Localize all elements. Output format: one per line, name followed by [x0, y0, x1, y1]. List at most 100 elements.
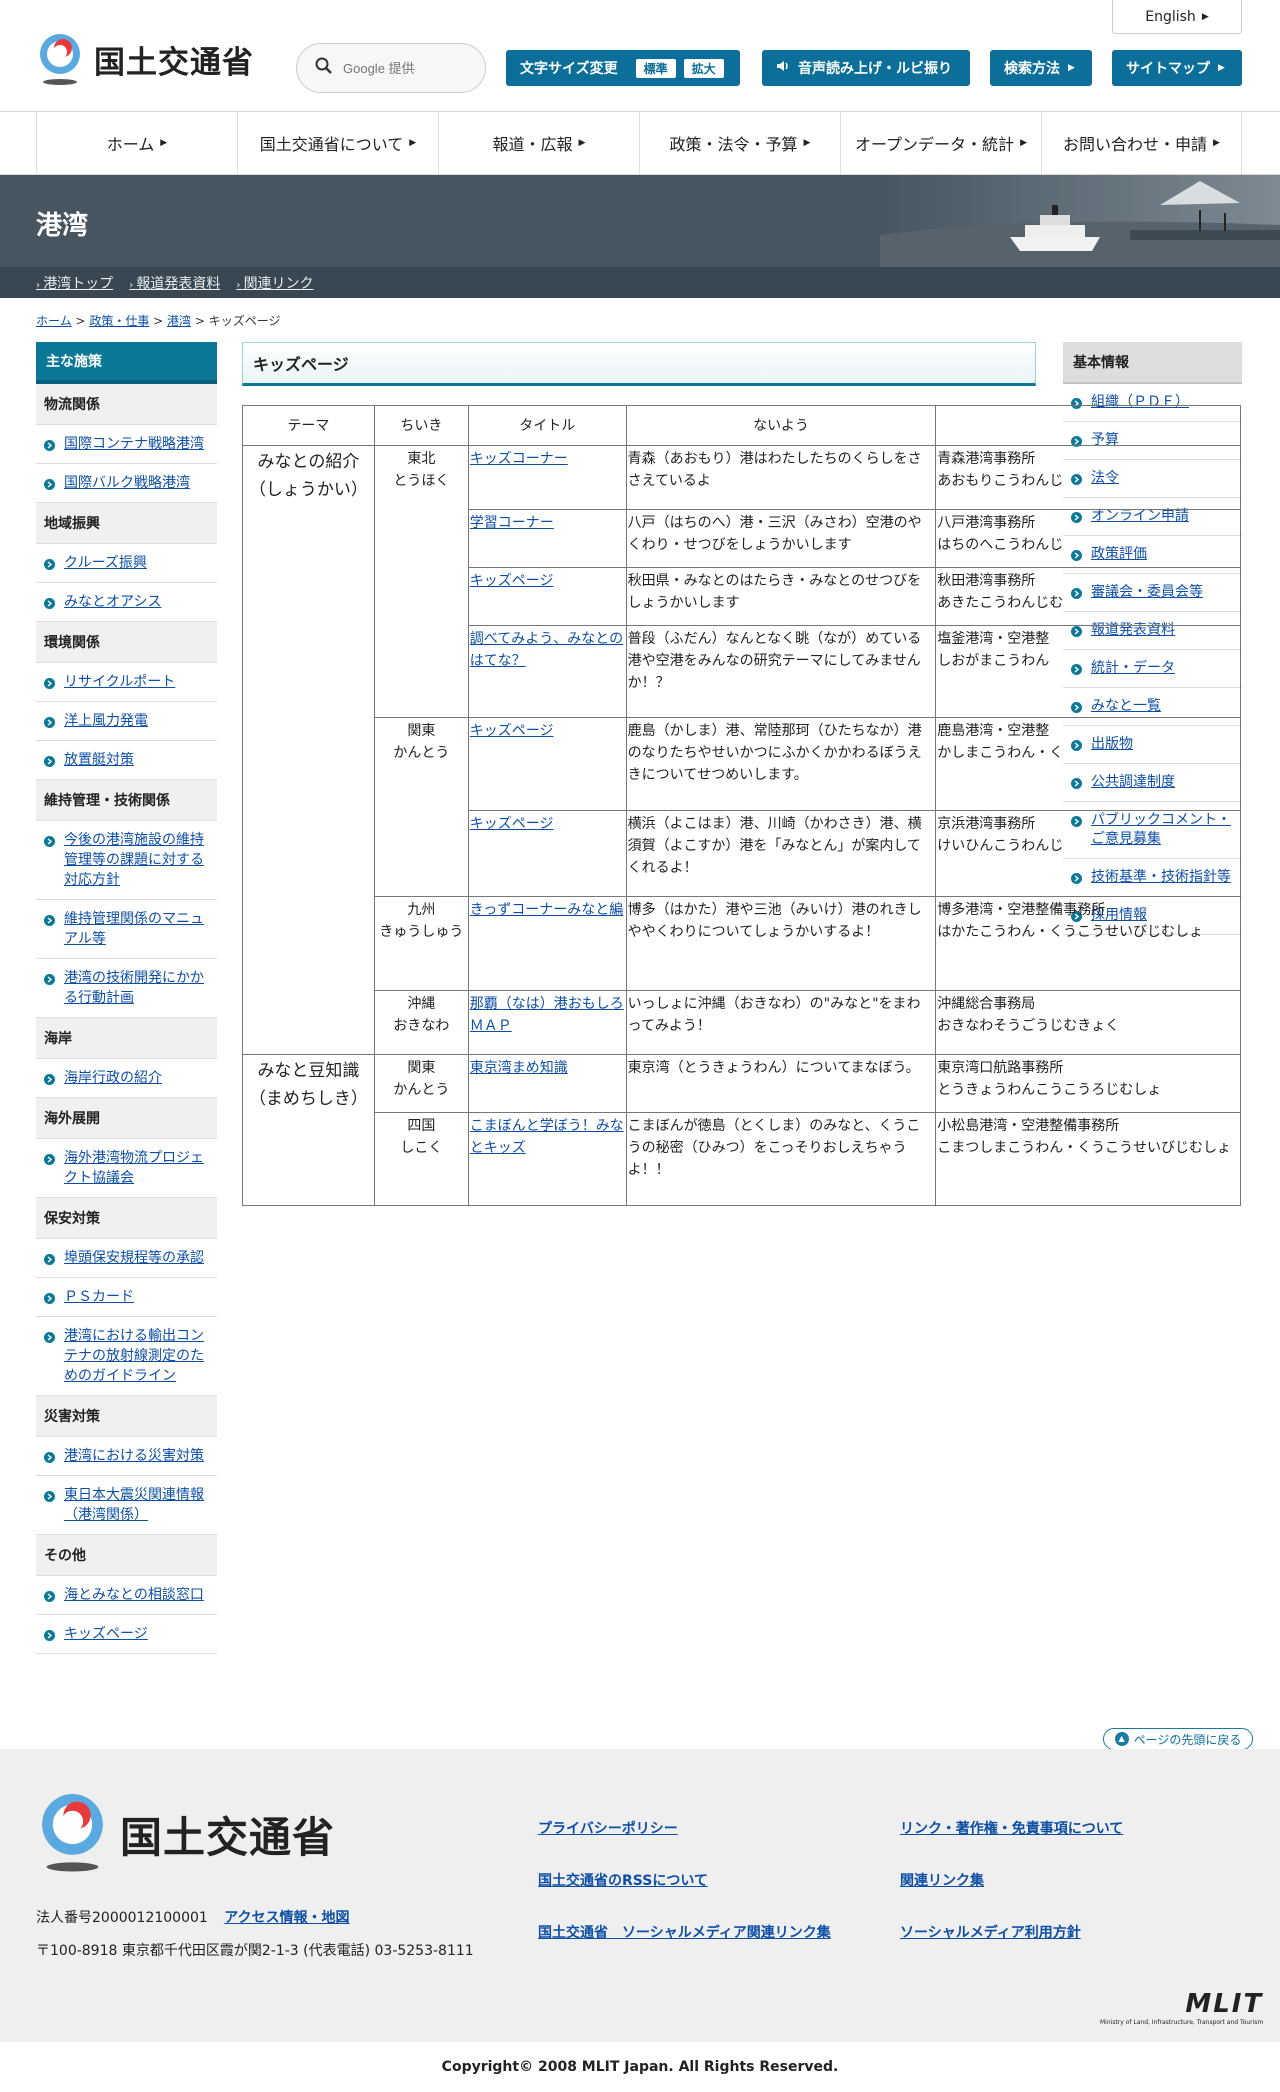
sidebar-link-text[interactable]: 海外港湾物流プロジェクト協議会 [64, 1150, 204, 1186]
circle-arrow-icon [44, 833, 55, 853]
font-size-large-button[interactable]: 拡大 [683, 58, 724, 78]
kids-page-link[interactable]: 学習コーナー [470, 515, 554, 531]
port-ship-illustration [880, 175, 1280, 267]
breadcrumb-policy[interactable]: 政策・仕事 [89, 314, 149, 328]
font-size-normal-button[interactable]: 標準 [635, 58, 676, 78]
kids-page-link[interactable]: キッズコーナー [470, 451, 568, 467]
sidebar-link-text[interactable]: 今後の港湾施設の維持管理等の課題に対する対応方針 [64, 832, 204, 888]
sidebar-link[interactable]: ＰＳカード [36, 1278, 217, 1317]
copyright: Copyright© 2008 MLIT Japan. All Rights R… [441, 2059, 839, 2075]
sidebar-link-text[interactable]: 海とみなとの相談窓口 [64, 1587, 204, 1603]
sidebar-link[interactable]: 埠頭保安規程等の承認 [36, 1239, 217, 1278]
footer-related-links[interactable]: 関連リンク集 [900, 1870, 984, 1890]
site-logo[interactable]: 国土交通省 [36, 32, 254, 86]
footer-logo[interactable]: 国土交通省 [36, 1791, 335, 1877]
subnav-press[interactable]: › 報道発表資料 [129, 273, 220, 293]
search-icon[interactable] [315, 57, 333, 79]
table-row: 沖縄 おきなわ 那覇（なは）港おもしろＭＡＰ いっしょに沖縄（おきなわ）の"みなと"… [243, 990, 1241, 1055]
sidebar-link[interactable]: クルーズ振興 [36, 544, 217, 583]
sidebar-link-text[interactable]: 洋上風力発電 [64, 713, 148, 729]
footer-rss-link[interactable]: 国土交通省のRSSについて [538, 1870, 708, 1890]
sidebar-link-text[interactable]: みなとオアシス [64, 594, 161, 610]
sidebar-link[interactable]: 港湾における輸出コンテナの放射線測定のためのガイドライン [36, 1317, 217, 1396]
sidebar-link-text[interactable]: 港湾における災害対策 [64, 1448, 204, 1464]
right-sidebar-title: 基本情報 [1063, 342, 1242, 384]
table-row: 九州 きゅうしゅう きっずコーナーみなと編 博多（はかた）港や三池（みいけ）港のれき… [243, 896, 1241, 991]
footer-copyright-link[interactable]: リンク・著作権・免責事項について [900, 1818, 1123, 1838]
subnav-port-top[interactable]: › 港湾トップ [36, 273, 113, 293]
content-cell: 博多（はかた）港や三池（みいけ）港のれきしややくわりについてしょうかいするよ！ [625, 896, 937, 991]
sidebar-link[interactable]: 海外港湾物流プロジェクト協議会 [36, 1139, 217, 1198]
footer-privacy-link[interactable]: プライバシーポリシー [538, 1818, 678, 1838]
sidebar-link[interactable]: 港湾の技術開発にかかる行動計画 [36, 959, 217, 1018]
sidebar-link[interactable]: リサイクルポート [36, 663, 217, 702]
sidebar-link-text[interactable]: 埠頭保安規程等の承認 [64, 1250, 204, 1266]
gnav-press[interactable]: 報道・広報 ▶ [438, 112, 639, 174]
sidebar-link-text[interactable]: 放置艇対策 [64, 752, 134, 768]
sidebar-link[interactable]: 国際バルク戦略港湾 [36, 464, 217, 503]
kids-page-link[interactable]: キッズページ [470, 816, 554, 832]
sidebar-link-text[interactable]: 港湾における輸出コンテナの放射線測定のためのガイドライン [64, 1328, 204, 1384]
sidebar-link[interactable]: 東日本大震災関連情報（港湾関係） [36, 1476, 217, 1535]
breadcrumb-port[interactable]: 港湾 [167, 314, 191, 328]
footer-social-links[interactable]: 国土交通省 ソーシャルメディア関連リンク集 [538, 1922, 831, 1942]
title-cell: キッズページ [467, 717, 627, 811]
gnav-contact[interactable]: お問い合わせ・申請 ▶ [1041, 112, 1242, 174]
region-cell: 沖縄 おきなわ [373, 990, 469, 1055]
sidebar-link[interactable]: 今後の港湾施設の維持管理等の課題に対する対応方針 [36, 821, 217, 900]
sidebar-link[interactable]: キッズページ [36, 1615, 217, 1654]
sidebar-link-text[interactable]: 維持管理関係のマニュアル等 [64, 911, 204, 947]
page-title: 港湾 [36, 211, 89, 241]
sitemap-button[interactable]: サイトマップ ▶ [1112, 50, 1242, 86]
back-to-top-button[interactable]: ▲ ページの先頭に戻る [1103, 1728, 1253, 1750]
sidebar-link[interactable]: 港湾における災害対策 [36, 1437, 217, 1476]
kids-page-link[interactable]: キッズページ [470, 723, 554, 739]
search-method-button[interactable]: 検索方法 ▶ [990, 50, 1092, 86]
table-header-cell: ないよう [625, 405, 937, 446]
sidebar-link[interactable]: 放置艇対策 [36, 741, 217, 780]
english-button[interactable]: English ▶ [1112, 0, 1242, 34]
sidebar-link-text[interactable]: 東日本大震災関連情報（港湾関係） [64, 1487, 204, 1523]
sidebar-link-text[interactable]: リサイクルポート [64, 674, 175, 690]
subnav-related[interactable]: › 関連リンク [236, 273, 313, 293]
breadcrumb-home[interactable]: ホーム [36, 314, 72, 328]
footer-social-policy[interactable]: ソーシャルメディア利用方針 [900, 1922, 1081, 1942]
table-header-row: テーマ ちいき タイトル ないよう [242, 405, 1241, 446]
speech-button[interactable]: 音声読み上げ・ルビ振り [762, 50, 970, 86]
kids-page-link[interactable]: きっずコーナーみなと編 [470, 902, 623, 918]
sidebar-link[interactable]: 海とみなとの相談窓口 [36, 1576, 217, 1615]
content-cell: 東京湾（とうきょうわん）についてまなぼう。 [625, 1054, 937, 1113]
sidebar-link-text[interactable]: 港湾の技術開発にかかる行動計画 [64, 970, 204, 1006]
sidebar-link-text[interactable]: クルーズ振興 [64, 555, 147, 571]
gnav-home[interactable]: ホーム ▶ [36, 112, 237, 174]
gnav-opendata[interactable]: オープンデータ・統計 ▶ [840, 112, 1041, 174]
sidebar-link[interactable]: 洋上風力発電 [36, 702, 217, 741]
circle-arrow-icon [44, 1290, 55, 1310]
sidebar-link[interactable]: 維持管理関係のマニュアル等 [36, 900, 217, 959]
gnav-policy[interactable]: 政策・法令・予算 ▶ [639, 112, 840, 174]
sidebar-link-text[interactable]: ＰＳカード [64, 1289, 134, 1305]
breadcrumb-current: キッズページ [208, 314, 281, 328]
kids-page-link[interactable]: キッズページ [470, 573, 554, 589]
kids-page-link[interactable]: 調べてみよう、みなとのはてな？ [470, 631, 623, 669]
sidebar-link[interactable]: 国際コンテナ戦略港湾 [36, 425, 217, 464]
sidebar-link-text[interactable]: 国際コンテナ戦略港湾 [64, 436, 204, 452]
sidebar-link-text[interactable]: キッズページ [64, 1626, 148, 1642]
section-subnav: › 港湾トップ › 報道発表資料 › 関連リンク [0, 267, 1280, 298]
content-cell: 八戸（はちのへ）港・三沢（みさわ）空港のやくわり・せつびをしょうかいします [625, 509, 937, 568]
gnav-about[interactable]: 国土交通省について ▶ [237, 112, 438, 174]
sidebar-link[interactable]: 海岸行政の紹介 [36, 1059, 217, 1098]
search-input[interactable] [343, 60, 463, 76]
kids-page-link[interactable]: 那覇（なは）港おもしろＭＡＰ [470, 996, 624, 1034]
kids-page-link[interactable]: 東京湾まめ知識 [470, 1060, 568, 1076]
table-row: 四国 しこく こまぼんと学ぼう！みなとキッズ こまぼんが徳島（とくしま）のみなと、く… [243, 1112, 1241, 1206]
sidebar-link-text[interactable]: 国際バルク戦略港湾 [64, 475, 190, 491]
office-cell: 塩釜港湾・空港整 しおがまこうわん [935, 625, 1241, 718]
sidebar-link-text[interactable]: 海岸行政の紹介 [64, 1070, 162, 1086]
sidebar-link[interactable]: みなとオアシス [36, 583, 217, 622]
access-link[interactable]: アクセス情報・地図 [224, 1910, 349, 1926]
circle-arrow-icon [44, 556, 55, 576]
kids-page-link[interactable]: こまぼんと学ぼう！みなとキッズ [470, 1118, 624, 1156]
triangle-right-icon: ▶ [1218, 63, 1225, 73]
table-header-cell: タイトル [467, 405, 627, 446]
